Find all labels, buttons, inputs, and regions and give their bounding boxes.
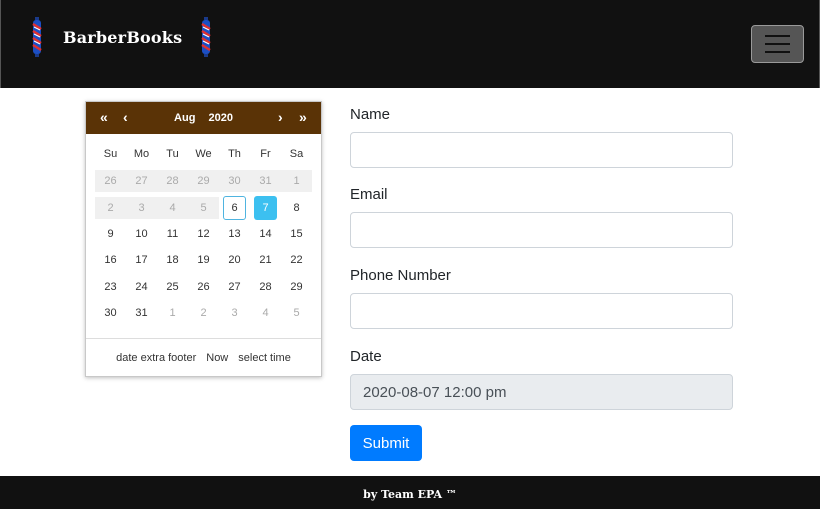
calendar-day[interactable]: 12 xyxy=(188,223,219,245)
calendar-day[interactable]: 27 xyxy=(219,276,250,298)
calendar-day[interactable]: 8 xyxy=(281,197,312,219)
name-field[interactable] xyxy=(350,132,733,168)
weekday-label: Mo xyxy=(133,148,150,160)
navbar-toggle-button[interactable] xyxy=(751,25,804,63)
calendar-day: 4 xyxy=(157,196,188,219)
calendar-day[interactable]: 28 xyxy=(250,276,281,298)
calendar-day[interactable]: 2 xyxy=(188,302,219,324)
submit-button[interactable]: Submit xyxy=(350,425,422,461)
now-button[interactable]: Now xyxy=(206,352,228,364)
calendar-day: 27 xyxy=(126,170,157,193)
calendar-day[interactable]: 19 xyxy=(188,249,219,271)
weekday-label: Fr xyxy=(260,148,271,160)
next-month-button[interactable]: › xyxy=(278,110,283,124)
calendar-day: 28 xyxy=(157,170,188,193)
week-row: 9 10 11 12 13 14 15 xyxy=(95,221,312,247)
calendar-day[interactable]: 30 xyxy=(95,302,126,324)
calendar-day[interactable]: 25 xyxy=(157,276,188,298)
calendar-day[interactable]: 3 xyxy=(219,302,250,324)
calendar-day[interactable]: 29 xyxy=(281,276,312,298)
calendar-day[interactable]: 24 xyxy=(126,276,157,298)
next-year-button[interactable]: » xyxy=(299,110,307,124)
calendar-day[interactable]: 17 xyxy=(126,249,157,271)
calendar-day[interactable]: 16 xyxy=(95,249,126,271)
weekday-label: Th xyxy=(228,148,241,160)
name-label: Name xyxy=(350,106,391,123)
date-field[interactable] xyxy=(350,374,733,410)
calendar-day[interactable]: 13 xyxy=(219,223,250,245)
calendar-day[interactable]: 21 xyxy=(250,249,281,271)
calendar-day: 2 xyxy=(95,196,126,219)
hamburger-menu-icon xyxy=(765,51,790,53)
barber-pole-icon xyxy=(32,17,42,57)
calendar-footer: date extra footer Now select time xyxy=(86,338,321,376)
calendar-day[interactable]: 14 xyxy=(250,223,281,245)
brand[interactable]: BarberBooks xyxy=(25,14,218,60)
calendar-day[interactable]: 20 xyxy=(219,249,250,271)
weekday-label: Su xyxy=(103,148,118,160)
calendar-day[interactable]: 5 xyxy=(281,302,312,324)
calendar-day: 1 xyxy=(281,170,312,193)
calendar-day[interactable]: 1 xyxy=(157,302,188,324)
email-field[interactable] xyxy=(350,212,733,248)
calendar-day[interactable]: 22 xyxy=(281,249,312,271)
select-time-button[interactable]: select time xyxy=(238,352,291,364)
hamburger-menu-icon xyxy=(765,35,790,37)
calendar-title: Aug 2020 xyxy=(86,112,321,124)
calendar-day[interactable]: 15 xyxy=(281,223,312,245)
hamburger-menu-icon xyxy=(765,43,790,45)
weekday-label: Tu xyxy=(166,148,179,160)
week-row: 23 24 25 26 27 28 29 xyxy=(95,274,312,300)
calendar-day: 26 xyxy=(95,170,126,193)
calendar-body: Su Mo Tu We Th Fr Sa 26 27 28 29 30 31 1… xyxy=(86,134,321,326)
weekday-label: Sa xyxy=(289,148,304,160)
calendar-header: « ‹ Aug 2020 › » xyxy=(86,102,321,134)
brand-name: BarberBooks xyxy=(63,27,183,47)
page-footer: by Team EPA ™ xyxy=(0,476,820,509)
calendar-day[interactable]: 9 xyxy=(95,223,126,245)
calendar-day: 31 xyxy=(250,170,281,193)
weekday-label: We xyxy=(195,148,212,160)
footer-text: by Team EPA ™ xyxy=(363,488,457,501)
week-row: 2 3 4 5 6 7 8 xyxy=(95,194,312,220)
barber-pole-icon xyxy=(201,17,211,57)
weekday-row: Su Mo Tu We Th Fr Sa xyxy=(95,140,312,168)
navbar: BarberBooks xyxy=(0,0,820,88)
phone-field[interactable] xyxy=(350,293,733,329)
month-select[interactable]: Aug xyxy=(174,112,195,124)
calendar-day[interactable]: 4 xyxy=(250,302,281,324)
date-picker-calendar: « ‹ Aug 2020 › » Su Mo Tu We Th Fr Sa 26… xyxy=(85,101,322,377)
calendar-day[interactable]: 26 xyxy=(188,276,219,298)
calendar-day-selected[interactable]: 7 xyxy=(254,195,277,220)
week-row: 16 17 18 19 20 21 22 xyxy=(95,247,312,273)
calendar-day: 3 xyxy=(126,196,157,219)
calendar-day[interactable]: 31 xyxy=(126,302,157,324)
calendar-day[interactable]: 11 xyxy=(157,223,188,245)
calendar-extra-footer: date extra footer xyxy=(116,351,197,364)
week-row: 26 27 28 29 30 31 1 xyxy=(95,168,312,194)
year-select[interactable]: 2020 xyxy=(208,112,232,124)
calendar-day: 5 xyxy=(188,196,219,219)
calendar-day-today[interactable]: 6 xyxy=(223,195,246,220)
calendar-day[interactable]: 23 xyxy=(95,276,126,298)
date-label: Date xyxy=(350,348,382,365)
calendar-day: 29 xyxy=(188,170,219,193)
calendar-day[interactable]: 18 xyxy=(157,249,188,271)
week-row: 30 31 1 2 3 4 5 xyxy=(95,300,312,326)
calendar-day: 30 xyxy=(219,170,250,193)
calendar-day[interactable]: 10 xyxy=(126,223,157,245)
phone-label: Phone Number xyxy=(350,267,451,284)
email-label: Email xyxy=(350,186,388,203)
